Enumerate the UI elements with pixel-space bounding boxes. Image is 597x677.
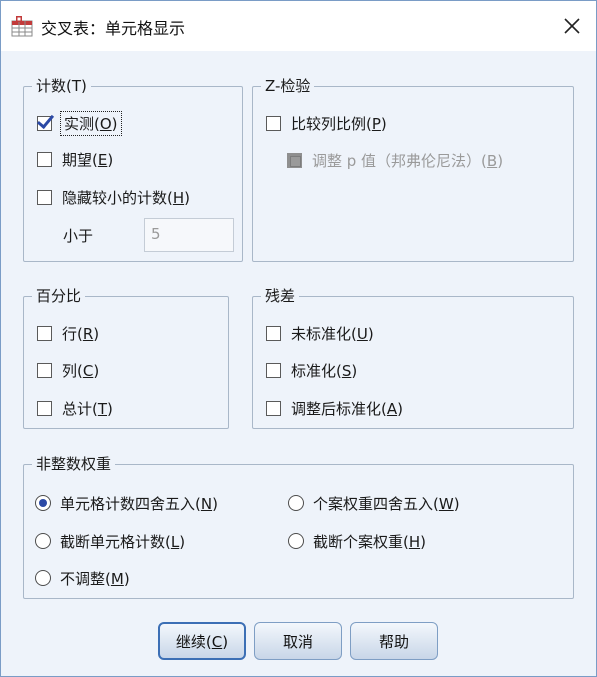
less-than-label: 小于 (63, 226, 94, 245)
adjust-p-values-row: 调整 p 值（邦弗伦尼法）(B) (287, 148, 503, 172)
help-button-label: 帮助 (378, 632, 409, 651)
z-test-legend: Z-检验 (261, 76, 315, 96)
crosstabs-cell-display-dialog: 交叉表：单元格显示 计数(T) 实测(O) 期望(E) 隐藏较小的计数(H) 小… (0, 0, 597, 677)
truncate-cell-counts-radio[interactable] (35, 533, 51, 549)
continue-button[interactable]: 继续(C) (158, 622, 246, 660)
adjust-p-values-label: 调整 p 值（邦弗伦尼法）(B) (312, 151, 504, 170)
crosstabs-app-icon (11, 16, 33, 37)
truncate-cell-counts-row[interactable]: 截断单元格计数(L) (35, 529, 185, 553)
hide-small-counts-label: 隐藏较小的计数(H) (62, 188, 190, 207)
adjusted-standardized-checkbox[interactable] (266, 400, 281, 416)
total-percent-label: 总计(T) (62, 399, 113, 418)
round-cell-counts-radio[interactable] (35, 495, 51, 511)
compare-column-proportions-label: 比较列比例(P) (291, 114, 387, 133)
adjusted-standardized-label: 调整后标准化(A) (291, 399, 403, 418)
expected-checkbox[interactable] (37, 151, 52, 167)
truncate-case-weights-label: 截断个案权重(H) (313, 532, 426, 551)
title-bar: 交叉表：单元格显示 (1, 1, 596, 51)
truncate-case-weights-radio[interactable] (288, 533, 304, 549)
round-cell-counts-row[interactable]: 单元格计数四舍五入(N) (35, 491, 218, 515)
no-adjustment-radio[interactable] (35, 570, 51, 586)
continue-button-label: 继续(C) (175, 632, 229, 651)
round-case-weights-label: 个案权重四舍五入(W) (313, 494, 460, 513)
noninteger-weights-legend: 非整数权重 (32, 454, 116, 474)
unstandardized-row[interactable]: 未标准化(U) (266, 321, 374, 345)
row-percent-checkbox[interactable] (37, 325, 52, 341)
unstandardized-label: 未标准化(U) (291, 324, 374, 343)
round-cell-counts-label: 单元格计数四舍五入(N) (60, 494, 218, 513)
standardized-checkbox[interactable] (266, 362, 281, 378)
expected-label: 期望(E) (62, 150, 114, 169)
dialog-title: 交叉表：单元格显示 (41, 19, 186, 38)
expected-checkbox-row[interactable]: 期望(E) (37, 147, 113, 171)
truncate-case-weights-row[interactable]: 截断个案权重(H) (288, 529, 426, 553)
counts-legend: 计数(T) (32, 76, 91, 96)
column-percent-label: 列(C) (62, 361, 100, 380)
compare-column-proportions-checkbox[interactable] (266, 115, 281, 131)
truncate-cell-counts-label: 截断单元格计数(L) (60, 532, 186, 551)
round-case-weights-radio[interactable] (288, 495, 304, 511)
help-button[interactable]: 帮助 (350, 622, 438, 660)
close-icon (564, 18, 580, 34)
unstandardized-checkbox[interactable] (266, 325, 281, 341)
observed-checkbox[interactable] (37, 115, 52, 131)
total-percent-checkbox[interactable] (37, 400, 52, 416)
adjusted-standardized-row[interactable]: 调整后标准化(A) (266, 396, 403, 420)
row-percent-label: 行(R) (62, 324, 100, 343)
no-adjustment-label: 不调整(M) (60, 569, 130, 588)
round-case-weights-row[interactable]: 个案权重四舍五入(W) (288, 491, 460, 515)
hide-small-counts-row[interactable]: 隐藏较小的计数(H) (37, 185, 190, 209)
standardized-row[interactable]: 标准化(S) (266, 358, 357, 382)
total-percent-row[interactable]: 总计(T) (37, 396, 113, 420)
no-adjustment-row[interactable]: 不调整(M) (35, 566, 130, 590)
less-than-input[interactable]: 5 (144, 218, 234, 252)
observed-checkbox-row[interactable]: 实测(O) (37, 110, 122, 136)
cancel-button[interactable]: 取消 (254, 622, 342, 660)
adjust-p-values-checkbox (287, 152, 302, 168)
row-percent-row[interactable]: 行(R) (37, 321, 99, 345)
close-button[interactable] (554, 9, 590, 43)
hide-small-counts-checkbox[interactable] (37, 189, 52, 205)
cancel-button-label: 取消 (282, 632, 313, 651)
percentages-legend: 百分比 (32, 286, 86, 306)
column-percent-checkbox[interactable] (37, 362, 52, 378)
compare-column-proportions-row[interactable]: 比较列比例(P) (266, 111, 387, 135)
residuals-legend: 残差 (261, 286, 300, 306)
observed-label: 实测(O) (60, 110, 122, 136)
column-percent-row[interactable]: 列(C) (37, 358, 99, 382)
standardized-label: 标准化(S) (291, 361, 358, 380)
